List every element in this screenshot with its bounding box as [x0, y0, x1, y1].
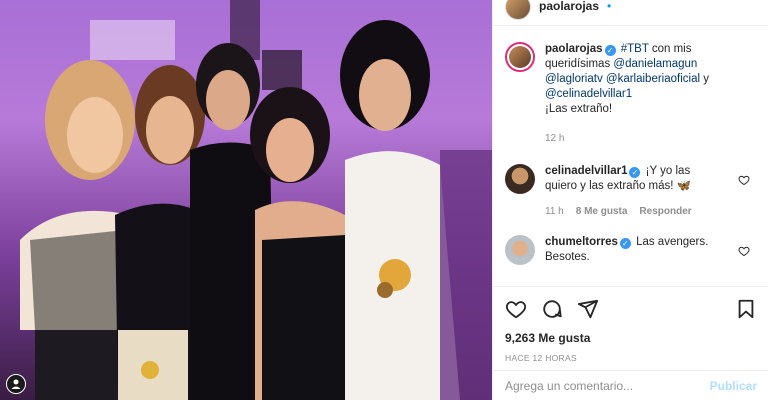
caption-avatar[interactable]	[505, 42, 535, 72]
photo-illustration	[20, 0, 492, 400]
header-dot: •	[607, 0, 612, 13]
comment-time[interactable]: 11 h	[545, 204, 564, 219]
like-comment-heart-icon[interactable]	[738, 245, 750, 257]
comment-input[interactable]	[505, 378, 710, 393]
mention-link[interactable]: @danielamagun	[613, 58, 697, 70]
caption-text: y	[703, 73, 709, 85]
caption-text: ¡Las extraño!	[545, 103, 613, 115]
verified-icon: ✓	[629, 167, 641, 178]
hashtag-link[interactable]: #TBT	[621, 43, 649, 55]
comment-icon[interactable]	[541, 298, 563, 320]
reply-button[interactable]: Responder	[639, 204, 691, 219]
comment-row: chumeltorres ✓ Las avengers. Besotes.	[505, 235, 752, 265]
like-comment-heart-icon[interactable]	[738, 174, 750, 186]
user-icon	[11, 379, 21, 389]
post-header: paolarojas •	[493, 0, 768, 26]
comment-body: chumeltorres ✓ Las avengers. Besotes.	[545, 235, 725, 265]
post-sidebar: paolarojas • paolarojas ✓ #TBT con mis qu…	[492, 0, 768, 400]
caption-body: paolarojas ✓ #TBT con mis queridísimas @d…	[545, 42, 735, 146]
verified-icon: ✓	[604, 45, 616, 56]
instagram-post: paolarojas • paolarojas ✓ #TBT con mis qu…	[0, 0, 768, 400]
add-comment-bar: Publicar	[493, 370, 768, 400]
likes-count[interactable]: 9,263 Me gusta	[505, 331, 757, 345]
verified-icon: ✓	[619, 238, 631, 249]
bookmark-icon[interactable]	[735, 298, 757, 320]
heart-icon[interactable]	[505, 298, 527, 320]
post-timeago[interactable]: HACE 12 HORAS	[505, 353, 757, 363]
header-username[interactable]: paolarojas	[539, 0, 599, 13]
caption-row: paolarojas ✓ #TBT con mis queridísimas @d…	[505, 42, 752, 146]
action-icons	[505, 295, 757, 323]
publish-button[interactable]: Publicar	[710, 379, 757, 393]
caption-username[interactable]: paolarojas	[545, 43, 603, 55]
share-icon[interactable]	[577, 298, 599, 320]
header-avatar[interactable]	[505, 0, 531, 20]
caption-meta: 12 h	[545, 131, 735, 146]
mention-link[interactable]: @celinadelvillar1	[545, 88, 632, 100]
comment-body: celinadelvillar1 ✓ ¡Y yo las quiero y las…	[545, 164, 725, 219]
post-actions: 9,263 Me gusta HACE 12 HORAS	[493, 286, 768, 363]
tagged-user-icon[interactable]	[6, 374, 26, 394]
comment-avatar[interactable]	[505, 235, 535, 265]
comment-avatar[interactable]	[505, 164, 535, 194]
caption-time[interactable]: 12 h	[545, 131, 564, 146]
comment-row: celinadelvillar1 ✓ ¡Y yo las quiero y las…	[505, 164, 752, 219]
mention-link[interactable]: @karlaiberiaoficial	[606, 73, 700, 85]
comment-username[interactable]: chumeltorres	[545, 236, 618, 248]
post-photo[interactable]	[0, 0, 492, 400]
comment-likes[interactable]: 8 Me gusta	[576, 204, 628, 219]
mention-link[interactable]: @lagloriatv	[545, 73, 603, 85]
comment-meta: 11 h 8 Me gusta Responder	[545, 204, 725, 219]
comment-username[interactable]: celinadelvillar1	[545, 165, 627, 177]
